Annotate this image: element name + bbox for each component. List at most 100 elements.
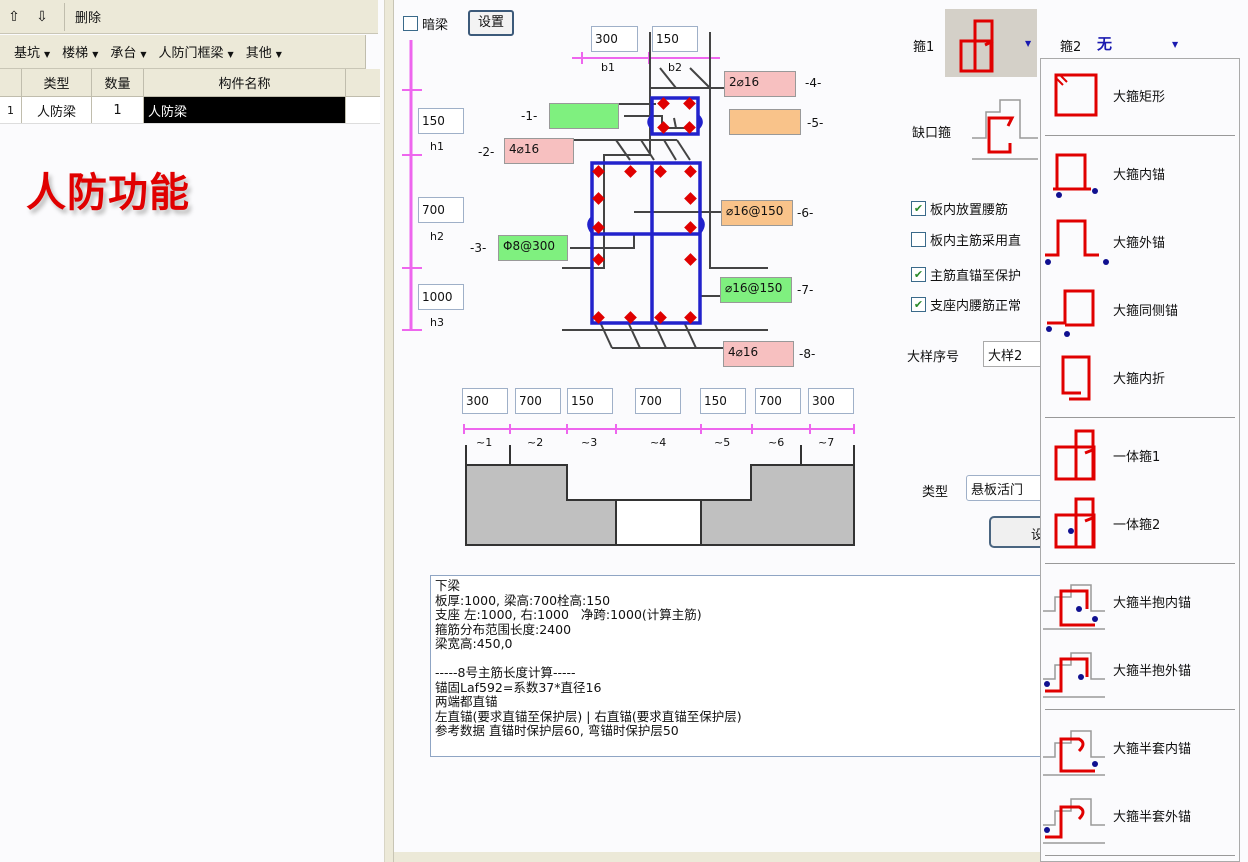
checkbox-support-waist-bar-normal[interactable]: ✔ 支座内腰筋正常: [911, 295, 1021, 314]
menu-stairs[interactable]: 楼梯 ▼: [62, 42, 98, 61]
checkbox-waist-bar-in-slab[interactable]: ✔ 板内放置腰筋: [911, 199, 1008, 218]
bottom-dim-7-input[interactable]: 300: [808, 388, 854, 414]
stirrup1-select[interactable]: ▼: [945, 9, 1037, 77]
dim-h2-input[interactable]: 700: [418, 197, 464, 223]
rebar-tag-7[interactable]: ⌀16@150: [720, 277, 792, 303]
dropdown-item[interactable]: 大箍半套外锚: [1041, 785, 1239, 845]
dropdown-item[interactable]: 大箍内锚: [1041, 143, 1239, 203]
rebar-tag-1[interactable]: [549, 103, 619, 129]
dropdown-item[interactable]: 大箍半抱内锚: [1041, 571, 1239, 631]
bottom-dim-4-input[interactable]: 700: [635, 388, 681, 414]
checkbox-slab-main-bar-straight[interactable]: 板内主筋采用直: [911, 230, 1021, 249]
bottom-dim-4-label: ~4: [650, 436, 667, 449]
bottom-dim-1-input[interactable]: 300: [462, 388, 508, 414]
bottom-dim-3-label: ~3: [581, 436, 598, 449]
dropdown-item[interactable]: 大箍外锚: [1041, 211, 1239, 271]
left-wall: [465, 464, 617, 546]
cell-name[interactable]: 人防梁: [144, 97, 346, 123]
column-header-type[interactable]: 类型: [22, 69, 92, 96]
column-header-name[interactable]: 构件名称: [144, 69, 346, 96]
delete-button[interactable]: 删除: [75, 7, 101, 26]
chevron-down-icon: ▼: [140, 50, 147, 59]
rebar-num-5: -5-: [807, 116, 824, 130]
dim-b1-label: b1: [601, 61, 615, 74]
half-hug-outer-anchor-icon: [1043, 652, 1105, 698]
menu-foundation-pit[interactable]: 基坑 ▼: [14, 42, 50, 61]
menu-civil-defense-door-frame[interactable]: 人防门框梁 ▼: [159, 42, 234, 61]
stirrup2-label: 箍2: [1060, 40, 1082, 55]
dim-h1-input[interactable]: 150: [418, 108, 464, 134]
bottom-dim-1-label: ~1: [476, 436, 493, 449]
integral-stirrup-1-icon: [1054, 429, 1096, 481]
rebar-num-3: -3-: [470, 241, 487, 255]
rebar-dot: [592, 221, 605, 234]
rebar-tag-6[interactable]: ⌀16@150: [721, 200, 793, 226]
menu-other[interactable]: 其他 ▼: [246, 42, 282, 61]
rebar-tag-2[interactable]: 4⌀16: [504, 138, 574, 164]
dropdown-item[interactable]: 大箍半抱外锚: [1041, 639, 1239, 699]
rebar-dot: [657, 121, 670, 134]
checkbox-main-bar-anchor-cover[interactable]: ✔ 主筋直锚至保护: [911, 265, 1021, 284]
toolbar-separator: [64, 2, 65, 31]
dim-b1-input[interactable]: 300: [591, 26, 638, 52]
dropdown-item[interactable]: 大箍同侧锚: [1041, 279, 1239, 339]
checkbox-box[interactable]: ✔: [911, 267, 926, 282]
dropdown-separator: [1045, 417, 1235, 418]
half-sleeve-outer-anchor-icon: [1043, 798, 1105, 844]
checkbox-box[interactable]: ✔: [911, 297, 926, 312]
main-stirrup: [590, 161, 702, 325]
checkbox-box[interactable]: ✔: [911, 201, 926, 216]
calculation-output[interactable]: 下梁 板厚:1000, 梁高:700栓高:150 支座 左:1000, 右:10…: [430, 575, 1050, 757]
stirrup2-select[interactable]: 无: [1097, 33, 1112, 54]
chevron-down-icon: ▼: [275, 50, 282, 59]
rebar-tag-8[interactable]: 4⌀16: [723, 341, 794, 367]
notch-stirrup-icon[interactable]: [972, 96, 1040, 164]
dropdown-item[interactable]: 大箍半套内锚: [1041, 717, 1239, 777]
overlay-title: 人防功能: [26, 170, 190, 216]
dropdown-item[interactable]: 大箍矩形: [1041, 65, 1239, 125]
type-select[interactable]: 悬板活门: [966, 475, 1044, 501]
rebar-tag-5[interactable]: [729, 109, 801, 135]
cell-type[interactable]: 人防梁: [22, 97, 92, 123]
splitter[interactable]: [384, 0, 394, 862]
bottom-dim-5-input[interactable]: 150: [700, 388, 746, 414]
chevron-down-icon[interactable]: ▼: [1172, 40, 1178, 49]
dropdown-item[interactable]: 大箍内折: [1041, 347, 1239, 407]
stirrups: [587, 96, 705, 325]
menu-pile-cap[interactable]: 承台 ▼: [110, 42, 146, 61]
checkbox-box[interactable]: [911, 232, 926, 247]
dropdown-separator: [1045, 709, 1235, 710]
detail-no-select[interactable]: 大样2: [983, 341, 1043, 367]
move-down-icon[interactable]: ⇩: [28, 9, 56, 25]
chevron-down-icon: ▼: [92, 50, 99, 59]
rebar-dot: [592, 165, 605, 178]
bottom-dim-6-input[interactable]: 700: [755, 388, 801, 414]
dropdown-item[interactable]: 一体箍2: [1041, 493, 1239, 553]
outer-anchor-stirrup-icon: [1045, 219, 1109, 265]
move-up-icon[interactable]: ⇧: [0, 9, 28, 25]
cell-qty[interactable]: 1: [92, 97, 144, 123]
dropdown-separator: [1045, 563, 1235, 564]
half-hug-inner-anchor-icon: [1043, 584, 1105, 630]
dropdown-item[interactable]: 一体箍1: [1041, 425, 1239, 485]
dim-h3-label: h3: [430, 316, 444, 329]
dim-h3-input[interactable]: 1000: [418, 284, 464, 310]
bottom-dim-3-input[interactable]: 150: [567, 388, 613, 414]
type-label: 类型: [922, 485, 949, 500]
rebar-dot: [654, 165, 667, 178]
notch-stirrup-label: 缺口箍: [912, 126, 952, 141]
rebar-tag-4[interactable]: 2⌀16: [724, 71, 796, 97]
rebar-tag-3[interactable]: Φ8@300: [498, 235, 568, 261]
bottom-dim-2-input[interactable]: 700: [515, 388, 561, 414]
door-opening: [615, 499, 702, 546]
bottom-dim-6-label: ~6: [768, 436, 785, 449]
column-header-qty[interactable]: 数量: [92, 69, 144, 96]
component-list-panel: ⇧ ⇩ 删除 基坑 ▼ 楼梯 ▼ 承台 ▼ 人防门框梁 ▼ 其他 ▼ 类型 数量 构件名称…: [0, 0, 384, 862]
top-toolbar: ⇧ ⇩ 删除: [0, 0, 378, 34]
rebar-num-4: -4-: [805, 76, 822, 90]
rect-stirrup-icon: [1054, 73, 1098, 117]
table-row[interactable]: 1 人防梁 1 人防梁: [0, 97, 380, 124]
stirrup-type-dropdown[interactable]: 大箍矩形 大箍内锚 大箍外锚 大箍同侧锚 大箍内折 一体箍1 一体箍2 大箍半抱…: [1040, 58, 1240, 862]
same-side-anchor-stirrup-icon: [1046, 289, 1095, 337]
dim-b2-input[interactable]: 150: [652, 26, 698, 52]
